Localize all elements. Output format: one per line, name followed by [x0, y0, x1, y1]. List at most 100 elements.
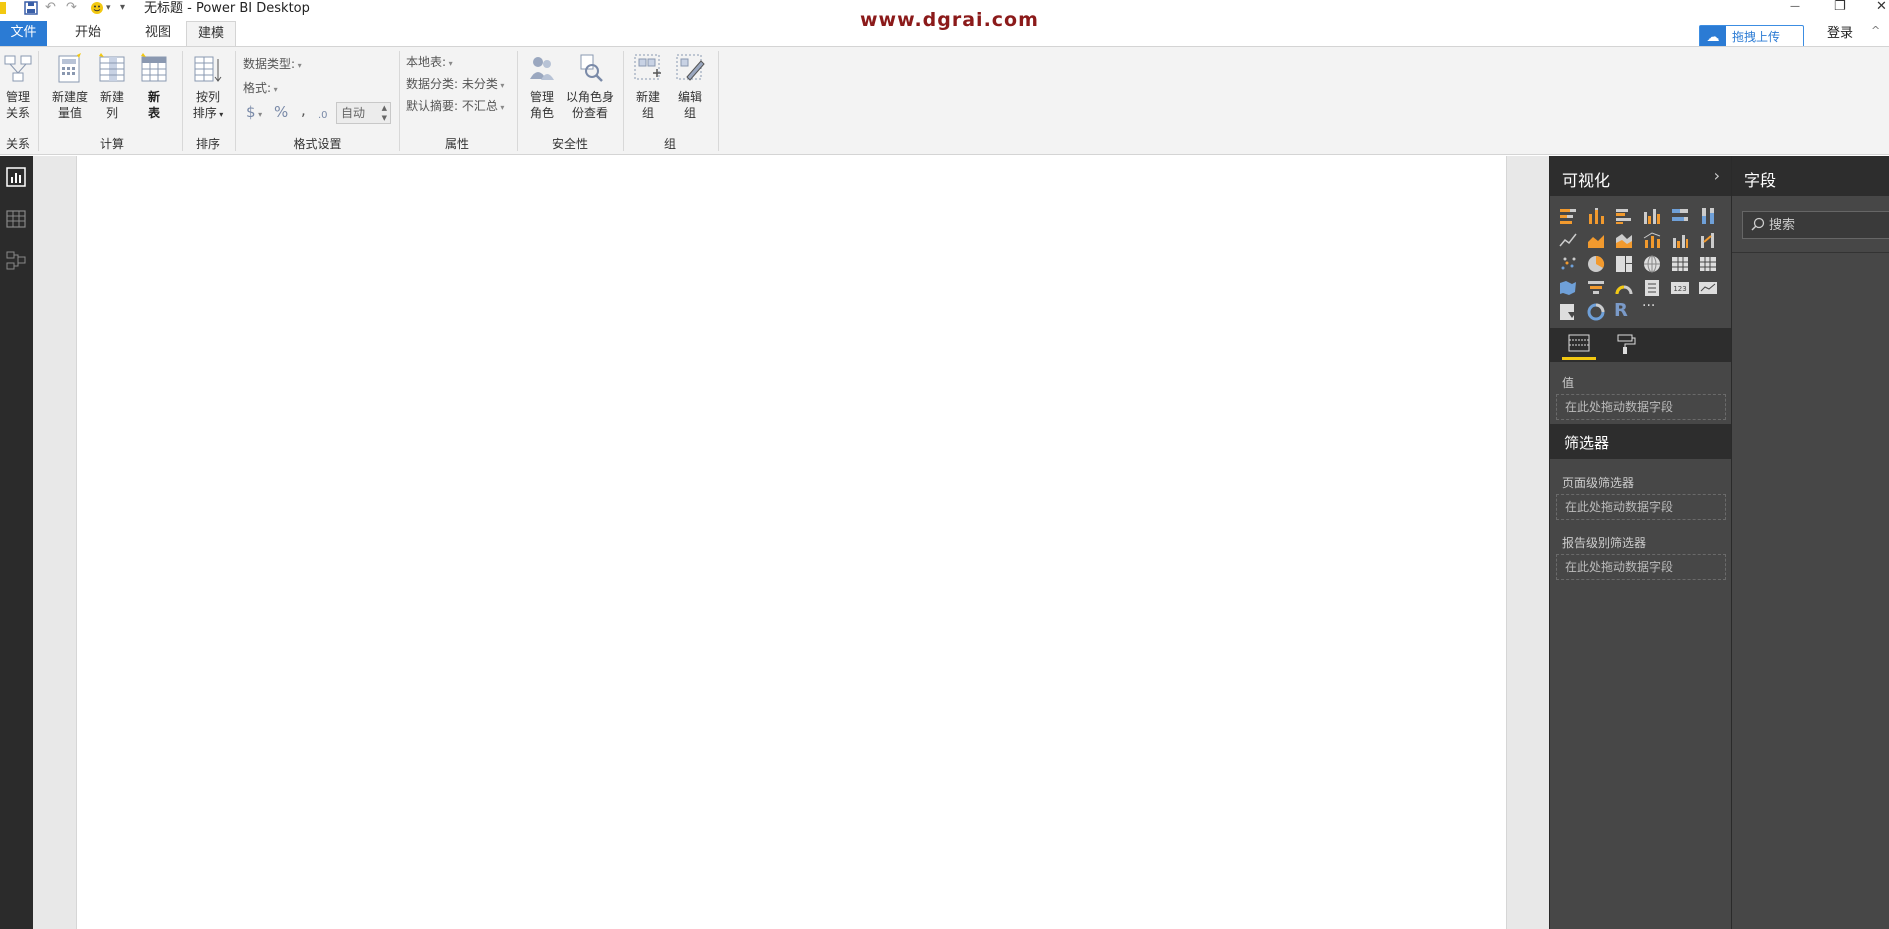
comma-button[interactable]: , [301, 103, 306, 118]
spinner-up-icon[interactable]: ▲ [382, 103, 387, 113]
edit-group-button[interactable]: 编辑 组 [674, 53, 706, 121]
redo-icon[interactable]: ↷ [66, 1, 77, 15]
sort-label-2: 排序 ▾ [188, 105, 228, 123]
group-separator [399, 51, 400, 151]
data-view-icon[interactable] [5, 208, 27, 230]
collapse-ribbon-icon[interactable]: ^ [1871, 24, 1880, 37]
line-and-clustered-column-icon[interactable] [1670, 230, 1690, 250]
more-visuals-icon[interactable]: ··· [1642, 298, 1662, 318]
percent-button[interactable]: % [274, 105, 288, 120]
tab-modeling[interactable]: 建模 [186, 21, 236, 46]
area-chart-icon[interactable] [1586, 230, 1606, 250]
tab-file[interactable]: 文件 [0, 21, 47, 46]
chevron-down-icon[interactable]: ▾ [106, 1, 111, 15]
report-view-icon[interactable] [5, 166, 27, 188]
chevron-down-icon: ▾ [216, 110, 224, 119]
view-as-roles-label-1: 以角色身 [565, 90, 614, 104]
slicer-icon[interactable] [1558, 302, 1578, 322]
new-table-button[interactable]: 新 表 [138, 53, 170, 121]
map-icon[interactable] [1642, 254, 1662, 274]
chevron-right-icon[interactable]: › [1714, 166, 1720, 185]
r-visual-icon[interactable]: R [1614, 300, 1634, 321]
edit-group-icon [675, 53, 705, 85]
calculator-icon [55, 53, 85, 85]
smiley-icon[interactable] [90, 1, 104, 15]
100-stacked-column-chart-icon[interactable] [1698, 206, 1718, 226]
report-page[interactable] [76, 156, 1507, 929]
filled-map-icon[interactable] [1558, 278, 1578, 298]
tab-view[interactable]: 视图 [132, 21, 184, 46]
data-type-label: 数据类型: [243, 57, 296, 71]
manage-roles-button[interactable]: 管理 角色 [525, 53, 559, 121]
page-filters-drop-zone[interactable]: 在此处拖动数据字段 [1556, 494, 1726, 520]
report-filters-drop-zone[interactable]: 在此处拖动数据字段 [1556, 554, 1726, 580]
line-and-stacked-column-icon[interactable] [1642, 230, 1662, 250]
sort-by-column-button[interactable]: 按列 排序 ▾ [188, 53, 228, 123]
clustered-bar-chart-icon[interactable] [1614, 206, 1634, 226]
manage-roles-label-2: 角色 [529, 106, 554, 120]
title-bar: ↶ ↷ ▾ ▾ 无标题 - Power BI Desktop www.dgrai… [0, 0, 1889, 31]
manage-relations-button[interactable]: 管理 关系 [2, 53, 34, 121]
scatter-chart-icon[interactable] [1558, 254, 1578, 274]
ribbon: 管理 关系 关系 新建度 量值 新建 列 新 表 计算 按列 排序 ▾ 排序 数 [0, 46, 1889, 155]
pie-chart-icon[interactable] [1586, 254, 1606, 274]
line-chart-icon[interactable] [1558, 230, 1578, 250]
window-title: 无标题 - Power BI Desktop [144, 1, 310, 16]
roles-icon [527, 53, 557, 85]
default-summary-dropdown[interactable]: 默认摘要: 不汇总 ▾ [406, 99, 504, 115]
stacked-area-chart-icon[interactable] [1614, 230, 1634, 250]
decimal-button[interactable]: .0 [318, 109, 328, 123]
home-table-dropdown[interactable]: 本地表: ▾ [406, 55, 453, 71]
new-group-button[interactable]: 新建 组 [632, 53, 664, 121]
filters-header: 筛选器 [1550, 424, 1732, 459]
sort-label-2-text: 排序 [192, 106, 217, 120]
treemap-icon[interactable] [1614, 254, 1634, 274]
ribbon-chart-icon[interactable] [1698, 230, 1718, 250]
chevron-down-icon: ▾ [497, 103, 505, 112]
group-separator [235, 51, 236, 151]
clustered-column-chart-icon[interactable] [1642, 206, 1662, 226]
app-icon [0, 2, 6, 14]
gauge-icon[interactable] [1614, 278, 1634, 298]
close-button[interactable]: ✕ [1876, 0, 1887, 14]
model-view-icon[interactable] [5, 249, 27, 271]
fields-tab-icon[interactable] [1562, 332, 1596, 360]
decimal-places-input[interactable]: 自动 ▲ ▼ [336, 102, 391, 124]
data-category-dropdown[interactable]: 数据分类: 未分类 ▾ [406, 77, 504, 93]
values-drop-zone[interactable]: 在此处拖动数据字段 [1556, 394, 1726, 420]
login-button[interactable]: 登录 [1827, 22, 1853, 41]
table-icon[interactable] [1670, 254, 1690, 274]
save-icon[interactable] [24, 1, 38, 15]
multi-row-card-icon[interactable] [1642, 278, 1662, 298]
spinner-down-icon[interactable]: ▼ [382, 113, 387, 123]
new-column-label-2: 列 [105, 106, 118, 120]
fields-search-input[interactable] [1769, 215, 1884, 235]
card-icon[interactable]: 123 [1670, 278, 1690, 298]
stacked-column-chart-icon[interactable] [1586, 206, 1606, 226]
new-table-label-2: 表 [147, 106, 160, 120]
minimize-button[interactable]: — [1790, 0, 1800, 14]
currency-button[interactable]: $ ▾ [246, 105, 262, 122]
visualization-pane-tabs [1550, 328, 1732, 362]
manage-roles-label-1: 管理 [529, 90, 554, 104]
stacked-bar-chart-icon[interactable] [1558, 206, 1578, 226]
values-label: 值 [1562, 376, 1575, 390]
donut-chart-icon[interactable] [1586, 302, 1606, 322]
new-measure-button[interactable]: 新建度 量值 [48, 53, 92, 121]
tab-home[interactable]: 开始 [62, 21, 114, 46]
format-dropdown[interactable]: 格式: ▾ [243, 81, 278, 97]
group-separator [517, 51, 518, 151]
funnel-icon[interactable] [1586, 278, 1606, 298]
restore-button[interactable]: ❐ [1834, 0, 1846, 14]
customize-quick-access-icon[interactable]: ▾ [120, 1, 125, 15]
data-type-dropdown[interactable]: 数据类型: ▾ [243, 57, 302, 73]
undo-icon[interactable]: ↶ [45, 1, 56, 15]
new-column-button[interactable]: 新建 列 [96, 53, 128, 121]
view-as-roles-button[interactable]: 以角色身 份查看 [564, 53, 616, 121]
matrix-icon[interactable] [1698, 254, 1718, 274]
100-stacked-bar-chart-icon[interactable] [1670, 206, 1690, 226]
new-table-icon [139, 53, 169, 85]
new-table-label-1: 新 [147, 90, 160, 104]
format-paint-roller-icon[interactable] [1608, 332, 1642, 360]
kpi-icon[interactable] [1698, 278, 1718, 298]
